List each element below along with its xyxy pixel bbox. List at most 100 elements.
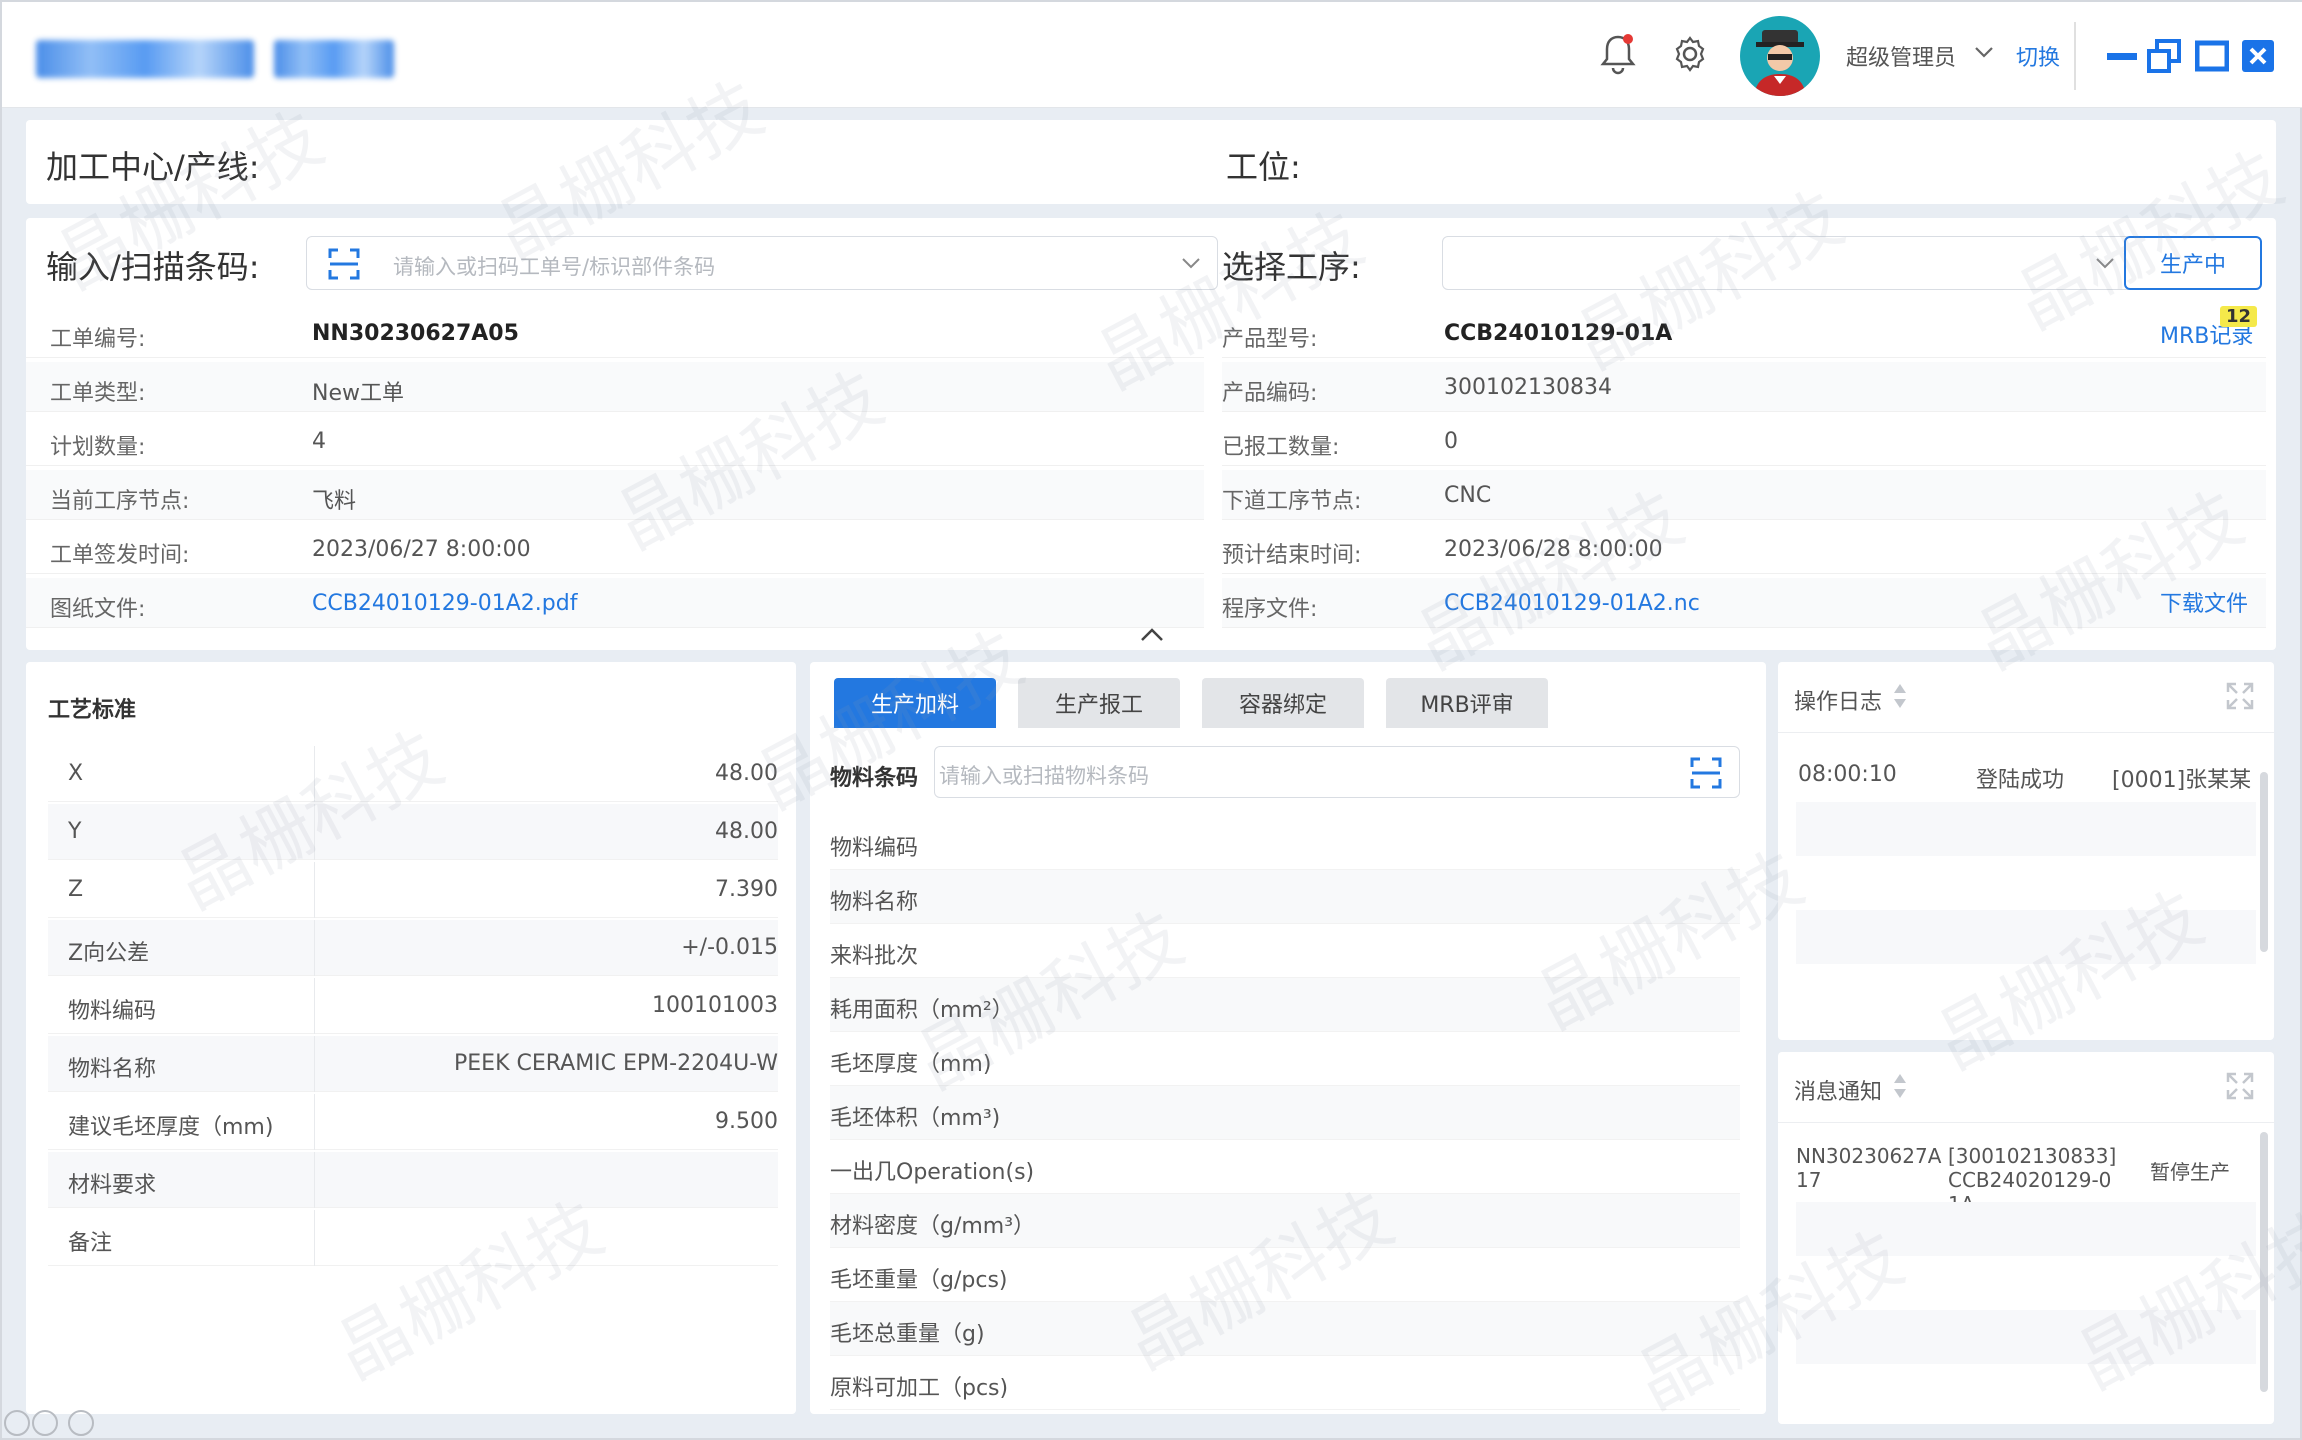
chevron-up-icon[interactable] [1138, 626, 1166, 644]
line-station-bar: 加工中心/产线: 工位: [26, 120, 2276, 204]
info-label: 工单类型: [50, 381, 146, 406]
std-value: 100101003 [652, 993, 778, 1018]
material-field-label: 材料密度（g/mm³） [830, 1214, 1036, 1239]
center-label: 加工中心/产线: [46, 148, 260, 186]
maximize-icon[interactable] [2194, 38, 2230, 74]
info-value: 0 [1444, 429, 1458, 454]
material-field-row: 耗用面积（mm²） [830, 978, 1740, 1032]
info-value: 飞料 [312, 489, 357, 514]
std-row: 物料名称 PEEK CERAMIC EPM-2204U-W [48, 1036, 778, 1092]
scrollbar[interactable] [2260, 772, 2268, 952]
operation-log-panel: 操作日志 08:00:10 登陆成功 [0001]张某某 [1778, 662, 2274, 1040]
scan-icon[interactable] [1689, 756, 1723, 790]
scan-input-label: 输入/扫描条码: [46, 248, 260, 286]
divider [1778, 1122, 2274, 1123]
divider [314, 920, 315, 976]
std-row: Y 48.00 [48, 804, 778, 860]
divider [314, 1036, 315, 1092]
divider [1778, 732, 2274, 733]
more-icon[interactable] [68, 1410, 94, 1436]
material-field-row: 原料可加工（pcs) [830, 1356, 1740, 1410]
restore-icon[interactable] [2146, 38, 2182, 74]
info-value: New工单 [312, 381, 404, 406]
std-row: 备注 [48, 1210, 778, 1266]
download-file-link[interactable]: 下载文件 [2160, 586, 2248, 618]
info-value: 2023/06/27 8:00:00 [312, 537, 531, 562]
std-row: Z 7.390 [48, 862, 778, 918]
log-row-empty [1796, 802, 2256, 856]
info-row: 工单编号: NN30230627A05 [26, 308, 1204, 358]
drawing-file-link[interactable]: CCB24010129-01A2.pdf [312, 591, 577, 616]
info-row: 工单签发时间: 2023/06/27 8:00:00 [26, 524, 1204, 574]
chevron-down-icon[interactable] [2093, 253, 2117, 273]
gear-icon[interactable] [1666, 30, 1714, 78]
switch-user-link[interactable]: 切换 [2016, 40, 2060, 72]
info-value: NN30230627A05 [312, 321, 519, 346]
std-value: 48.00 [715, 761, 778, 786]
sort-icon[interactable] [1892, 682, 1908, 710]
std-label: 物料名称 [68, 1057, 157, 1082]
scan-input[interactable]: 请输入或扫码工单号/标识部件条码 [306, 236, 1218, 290]
notification-status: 暂停生产 [2150, 1160, 2230, 1184]
notification-order: NN30230627A17 [1796, 1144, 1942, 1192]
std-value: 9.500 [715, 1109, 778, 1134]
std-value: 7.390 [715, 877, 778, 902]
material-barcode-input[interactable]: 请输入或扫描物料条码 [934, 746, 1740, 798]
tab-mrb-review[interactable]: MRB评审 [1386, 678, 1548, 728]
expand-icon[interactable] [2224, 680, 2256, 712]
process-select[interactable] [1442, 236, 2132, 290]
material-field-label: 物料编码 [830, 836, 919, 861]
sort-icon[interactable] [1892, 1072, 1908, 1100]
divider [314, 978, 315, 1034]
scan-icon[interactable] [327, 247, 361, 281]
std-label: X [68, 761, 84, 786]
chevron-down-icon[interactable] [1179, 253, 1203, 273]
zoom-icon[interactable] [32, 1410, 58, 1436]
notifications-panel: 消息通知 NN30230627A17 [300102130833]CCB2402… [1778, 1052, 2274, 1424]
material-field-row: 材料密度（g/mm³） [830, 1194, 1740, 1248]
info-row: 图纸文件: CCB24010129-01A2.pdf [26, 578, 1204, 628]
scrollbar[interactable] [2260, 1132, 2268, 1392]
bell-icon[interactable] [1594, 30, 1642, 78]
info-row: 预计结束时间: 2023/06/28 8:00:00 [1222, 524, 2266, 574]
production-status-button[interactable]: 生产中 [2124, 236, 2262, 290]
std-row: 建议毛坯厚度（mm) 9.500 [48, 1094, 778, 1150]
std-row: 物料编码 100101003 [48, 978, 778, 1034]
close-icon[interactable] [2240, 38, 2276, 74]
std-label: Z [68, 877, 84, 902]
divider [314, 1210, 315, 1266]
chevron-down-icon[interactable] [1972, 42, 1996, 66]
std-label: 建议毛坯厚度（mm) [68, 1115, 274, 1140]
info-row: 计划数量: 4 [26, 416, 1204, 466]
expand-icon[interactable] [2224, 1070, 2256, 1102]
std-value: 48.00 [715, 819, 778, 844]
material-field-label: 耗用面积（mm²） [830, 998, 1014, 1023]
info-label: 产品编码: [1222, 381, 1318, 406]
info-label: 预计结束时间: [1222, 543, 1362, 568]
std-value: PEEK CERAMIC EPM-2204U-W [454, 1051, 778, 1076]
material-field-label: 一出几Operation(s) [830, 1160, 1035, 1185]
scan-input-placeholder: 请输入或扫码工单号/标识部件条码 [393, 255, 716, 279]
notification-row-empty [1796, 1310, 2256, 1364]
program-file-link[interactable]: CCB24010129-01A2.nc [1444, 591, 1700, 616]
tab-container-binding[interactable]: 容器绑定 [1202, 678, 1364, 728]
zoom-out-icon[interactable] [4, 1410, 30, 1436]
material-field-label: 物料名称 [830, 890, 919, 915]
minimize-icon[interactable] [2104, 38, 2140, 74]
material-field-row: 毛坯厚度（mm) [830, 1032, 1740, 1086]
tab-production-feed[interactable]: 生产加料 [834, 678, 996, 728]
tab-production-report[interactable]: 生产报工 [1018, 678, 1180, 728]
avatar[interactable] [1740, 16, 1820, 96]
info-value: CCB24010129-01A [1444, 321, 1673, 346]
material-field-row: 毛坯重量（g/pcs) [830, 1248, 1740, 1302]
material-field-label: 毛坯厚度（mm) [830, 1052, 992, 1077]
log-row-empty [1796, 910, 2256, 964]
divider [2074, 22, 2076, 90]
process-label: 选择工序: [1222, 248, 1361, 286]
divider [314, 1152, 315, 1208]
info-value: 4 [312, 429, 326, 454]
info-row: 产品编码: 300102130834 [1222, 362, 2266, 412]
info-label: 工单编号: [50, 327, 146, 352]
process-standard-title: 工艺标准 [48, 698, 137, 723]
user-name[interactable]: 超级管理员 [1846, 40, 1956, 72]
